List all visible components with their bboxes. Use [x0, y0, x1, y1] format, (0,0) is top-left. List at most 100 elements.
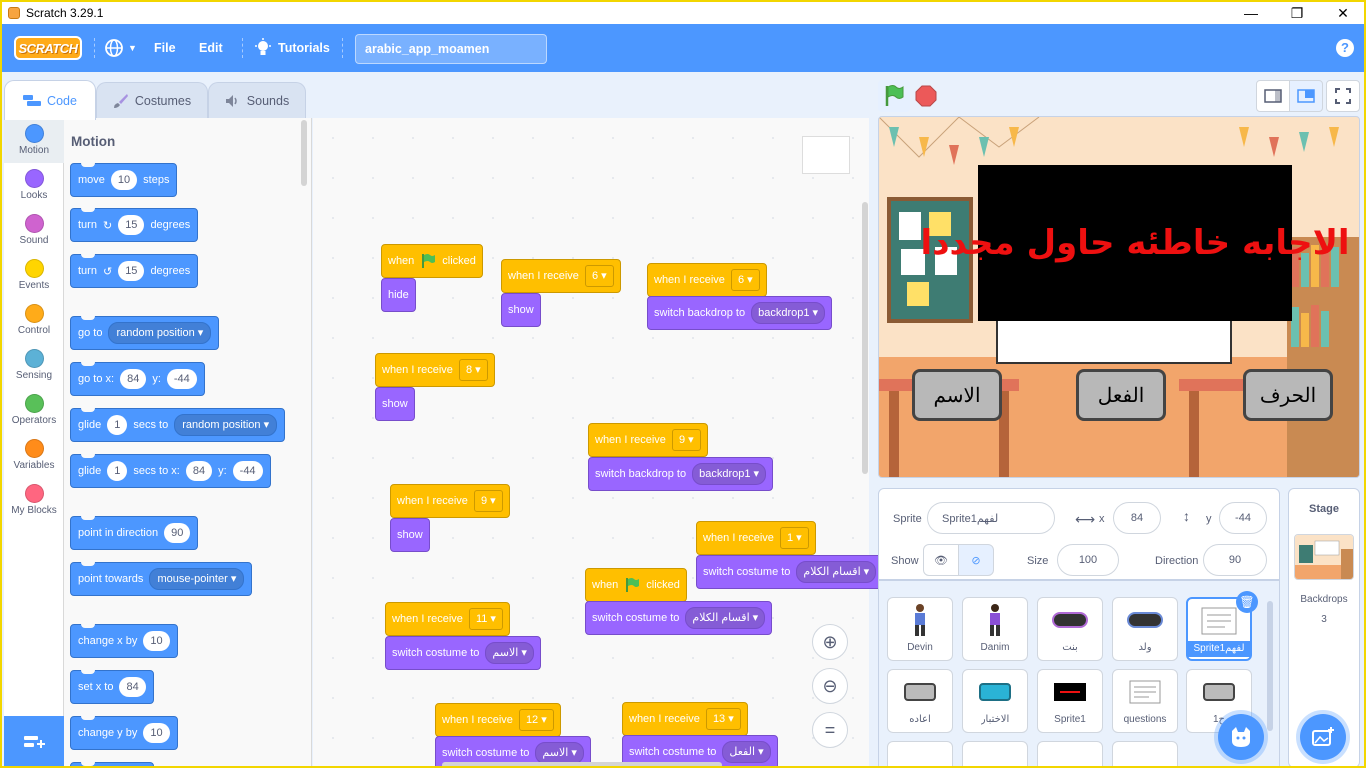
workspace-horizontal-scrollbar[interactable]: [442, 762, 722, 766]
category-sensing[interactable]: Sensing: [4, 343, 64, 388]
project-title-input[interactable]: arabic_app_moamen: [355, 34, 547, 64]
tab-costumes[interactable]: Costumes: [96, 82, 208, 118]
switch-costume-block[interactable]: switch costume to اقسام الكلام: [696, 555, 884, 589]
point-in-direction-block[interactable]: point in direction 90: [70, 516, 199, 550]
block-input[interactable]: 10: [143, 631, 170, 651]
set-y-block[interactable]: [70, 762, 154, 766]
block-input[interactable]: 10: [143, 723, 170, 743]
sprite-tile[interactable]: اعاده: [887, 669, 953, 733]
block-input[interactable]: 84: [119, 677, 146, 697]
when-flag-clicked-hat[interactable]: when clicked: [585, 557, 687, 602]
palette-scrollbar[interactable]: [301, 120, 307, 186]
show-hidden-button[interactable]: ⊘: [958, 544, 994, 576]
choose-sprite-button[interactable]: [1218, 714, 1264, 760]
help-button[interactable]: ?: [1336, 39, 1354, 57]
show-block[interactable]: show: [390, 518, 430, 552]
answer-button-noun[interactable]: الاسم: [912, 369, 1002, 421]
sprite-tile[interactable]: Sprite1: [1037, 669, 1103, 733]
glide-to-xy-block[interactable]: glide 1 secs to x: 84 y: -44: [70, 454, 271, 488]
when-i-receive-hat[interactable]: when I receive 8: [375, 342, 495, 387]
message-dropdown[interactable]: 8: [458, 359, 488, 381]
hide-block[interactable]: hide: [381, 278, 416, 312]
block-input[interactable]: 84: [185, 461, 213, 481]
minimize-button[interactable]: —: [1228, 2, 1274, 24]
go-to-xy-block[interactable]: go to x: 84 y: -44: [70, 362, 205, 396]
category-sound[interactable]: Sound: [4, 208, 64, 253]
backdrop-dropdown[interactable]: backdrop1: [751, 302, 826, 324]
category-variables[interactable]: Variables: [4, 433, 64, 478]
block-input[interactable]: -44: [232, 461, 263, 481]
choose-backdrop-button[interactable]: [1300, 714, 1346, 760]
block-input[interactable]: -44: [166, 369, 197, 389]
file-menu[interactable]: File: [154, 24, 176, 72]
block-input[interactable]: 1: [107, 415, 128, 435]
switch-costume-block[interactable]: switch costume to اقسام الكلام: [585, 601, 773, 635]
block-input[interactable]: 15: [118, 215, 145, 235]
when-i-receive-hat[interactable]: when I receive 11: [385, 591, 510, 636]
block-input[interactable]: 90: [164, 523, 191, 543]
backdrop-dropdown[interactable]: backdrop1: [692, 463, 767, 485]
block-input[interactable]: 84: [120, 369, 147, 389]
block-input[interactable]: 1: [107, 461, 128, 481]
message-dropdown[interactable]: 12: [518, 709, 554, 731]
zoom-reset-button[interactable]: =: [812, 712, 848, 748]
large-stage-button[interactable]: [1289, 80, 1323, 112]
restore-button[interactable]: ❐: [1274, 2, 1320, 24]
size-input[interactable]: 100: [1057, 544, 1119, 576]
switch-backdrop-block[interactable]: switch backdrop to backdrop1: [588, 457, 774, 491]
message-dropdown[interactable]: 9: [671, 429, 701, 451]
when-i-receive-hat[interactable]: when I receive 9: [390, 473, 510, 518]
sprite-list-scrollbar[interactable]: [1267, 601, 1273, 731]
sprite-tile[interactable]: Danim: [962, 597, 1028, 661]
tutorials-button[interactable]: Tutorials: [254, 24, 330, 72]
answer-button-letter[interactable]: الحرف: [1243, 369, 1333, 421]
block-dropdown[interactable]: mouse-pointer: [149, 568, 245, 590]
when-i-receive-hat[interactable]: when I receive 9: [588, 412, 708, 457]
zoom-out-button[interactable]: ⊖: [812, 668, 848, 704]
when-i-receive-hat[interactable]: when I receive 6: [647, 252, 767, 297]
category-control[interactable]: Control: [4, 298, 64, 343]
sprite-tile[interactable]: [1112, 741, 1178, 766]
tab-code[interactable]: Code: [4, 80, 96, 120]
move-steps-block[interactable]: move 10 steps: [70, 163, 178, 197]
x-position-input[interactable]: 84: [1113, 502, 1161, 534]
turn-left-block[interactable]: turn ↺ 15 degrees: [70, 254, 199, 288]
sprite-tile[interactable]: questions: [1112, 669, 1178, 733]
fullscreen-button[interactable]: [1326, 80, 1360, 112]
change-x-block[interactable]: change x by 10: [70, 624, 178, 658]
green-flag-button[interactable]: [878, 80, 910, 112]
stop-button[interactable]: [910, 80, 942, 112]
category-looks[interactable]: Looks: [4, 163, 64, 208]
glide-to-block[interactable]: glide 1 secs to random position: [70, 408, 286, 442]
sprite-name-input[interactable]: Sprite1لفهم: [927, 502, 1055, 534]
language-menu[interactable]: ▼: [104, 24, 137, 72]
costume-dropdown[interactable]: الفعل: [722, 741, 771, 763]
scratch-logo[interactable]: SCRATCH: [14, 36, 82, 60]
stage-canvas[interactable]: الاجابه خاطئه حاول مجددا الحرف الفعل الا…: [878, 116, 1360, 478]
go-to-block[interactable]: go to random position: [70, 316, 220, 350]
block-input[interactable]: 15: [118, 261, 145, 281]
show-block[interactable]: show: [375, 387, 415, 421]
message-dropdown[interactable]: 13: [705, 708, 741, 730]
when-i-receive-hat[interactable]: when I receive 13: [622, 691, 748, 736]
when-flag-clicked-hat[interactable]: when clicked: [381, 233, 483, 278]
block-dropdown[interactable]: random position: [108, 322, 212, 344]
when-i-receive-hat[interactable]: when I receive 1: [696, 510, 816, 555]
block-dropdown[interactable]: random position: [174, 414, 278, 436]
sprite-tile[interactable]: الاختبار: [962, 669, 1028, 733]
tab-sounds[interactable]: Sounds: [208, 82, 306, 118]
sprite-tile[interactable]: [887, 741, 953, 766]
direction-input[interactable]: 90: [1203, 544, 1267, 576]
sprite-tile[interactable]: ولد: [1112, 597, 1178, 661]
when-i-receive-hat[interactable]: when I receive 6: [501, 248, 621, 293]
close-button[interactable]: ✕: [1320, 2, 1364, 24]
switch-backdrop-block[interactable]: switch backdrop to backdrop1: [647, 296, 833, 330]
block-input[interactable]: 10: [110, 170, 138, 190]
change-y-block[interactable]: change y by 10: [70, 716, 178, 750]
show-visible-button[interactable]: 👁: [923, 544, 959, 576]
delete-sprite-button[interactable]: 🗑: [1236, 591, 1258, 613]
message-dropdown[interactable]: 1: [779, 527, 809, 549]
set-x-block[interactable]: set x to 84: [70, 670, 154, 704]
show-block[interactable]: show: [501, 293, 541, 327]
answer-button-verb[interactable]: الفعل: [1076, 369, 1166, 421]
